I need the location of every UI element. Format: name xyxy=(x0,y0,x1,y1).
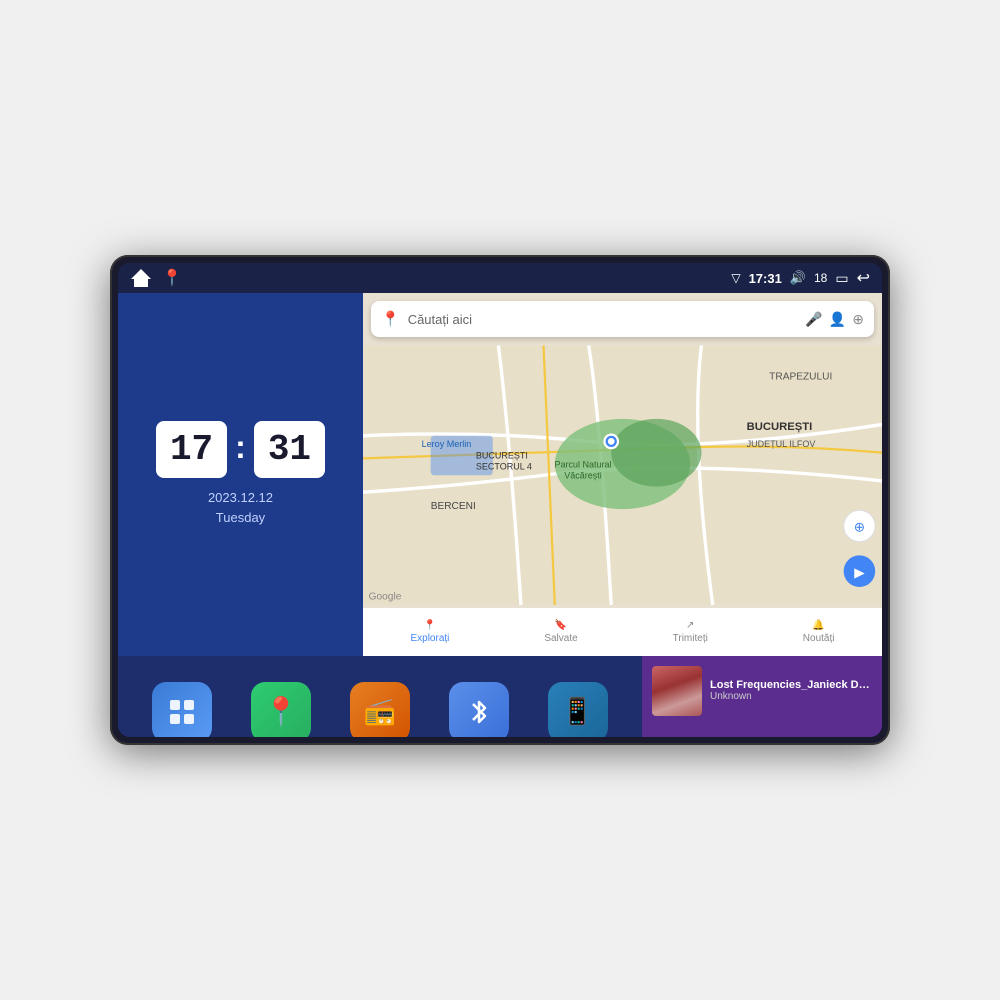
map-body: TRAPEZULUI BUCUREȘTI JUDEȚUL ILFOV BERCE… xyxy=(363,343,882,608)
layers-icon[interactable]: ⊕ xyxy=(852,311,864,328)
battery-icon: ▭ xyxy=(835,270,848,287)
music-prev-button[interactable]: ⏮ xyxy=(669,730,709,738)
music-info: Lost Frequencies_Janieck Devy-... Unknow… xyxy=(652,666,872,716)
volume-icon: 🔊 xyxy=(790,270,806,286)
apps-panel: Apps 📍 Maps 📻 radio xyxy=(118,656,642,738)
map-nav-news[interactable]: 🔔 Noutăți xyxy=(803,620,835,644)
top-panels: 17 : 31 2023.12.12 Tuesday 📍 Căutați aic… xyxy=(118,293,882,656)
map-pin-icon: 📍 xyxy=(381,310,400,328)
svg-text:Parcul Natural: Parcul Natural xyxy=(554,459,611,469)
music-thumbnail xyxy=(652,666,702,716)
svg-text:Leroy Merlin: Leroy Merlin xyxy=(422,439,472,449)
app-item-radio[interactable]: 📻 radio xyxy=(350,682,410,738)
clock-display: 17 : 31 xyxy=(156,421,325,478)
back-button[interactable]: ↩ xyxy=(857,268,870,288)
status-time: 17:31 xyxy=(749,271,782,286)
battery-level: 18 xyxy=(814,271,827,285)
map-search-placeholder[interactable]: Căutați aici xyxy=(408,312,798,327)
clock-colon: : xyxy=(235,429,246,466)
account-icon[interactable]: 👤 xyxy=(829,311,846,328)
music-controls: ⏮ ⏸ ⏭ xyxy=(652,722,872,738)
map-nav-saved[interactable]: 🔖 Salvate xyxy=(544,620,577,644)
svg-text:⊕: ⊕ xyxy=(854,520,865,535)
app-item-apps[interactable]: Apps xyxy=(152,682,212,738)
status-right-icons: ▽ 17:31 🔊 18 ▭ ↩ xyxy=(731,268,870,288)
car-display-device: 📍 ▽ 17:31 🔊 18 ▭ ↩ 17 : 31 xyxy=(110,255,890,745)
signal-icon: ▽ xyxy=(731,271,740,285)
app-item-maps[interactable]: 📍 Maps xyxy=(251,682,311,738)
svg-text:Google: Google xyxy=(369,591,402,602)
music-panel: Lost Frequencies_Janieck Devy-... Unknow… xyxy=(642,656,882,738)
svg-text:BERCENI: BERCENI xyxy=(431,501,476,512)
map-panel[interactable]: 📍 Căutați aici 🎤 👤 ⊕ xyxy=(363,293,882,656)
mic-icon[interactable]: 🎤 xyxy=(805,311,822,328)
maps-shortcut-icon[interactable]: 📍 xyxy=(162,268,182,288)
clock-date: 2023.12.12 Tuesday xyxy=(208,488,273,527)
bottom-panels: Apps 📍 Maps 📻 radio xyxy=(118,656,882,738)
app-item-carlink[interactable]: 📱 Car Link 2.0 xyxy=(548,682,608,738)
map-search-bar[interactable]: 📍 Căutați aici 🎤 👤 ⊕ xyxy=(371,301,874,337)
clock-minutes: 31 xyxy=(254,421,325,478)
music-play-pause-button[interactable]: ⏸ xyxy=(742,730,782,738)
music-details: Lost Frequencies_Janieck Devy-... Unknow… xyxy=(710,679,872,702)
svg-text:SECTORUL 4: SECTORUL 4 xyxy=(476,462,532,472)
map-nav-explore[interactable]: 📍 Explorați xyxy=(410,620,449,644)
main-content: 17 : 31 2023.12.12 Tuesday 📍 Căutați aic… xyxy=(118,293,882,737)
home-button[interactable] xyxy=(130,269,152,287)
maps-icon: 📍 xyxy=(251,682,311,738)
map-search-actions: 🎤 👤 ⊕ xyxy=(805,311,864,328)
svg-text:TRAPEZULUI: TRAPEZULUI xyxy=(769,371,832,382)
car-screen: 📍 ▽ 17:31 🔊 18 ▭ ↩ 17 : 31 xyxy=(118,263,882,737)
status-bar: 📍 ▽ 17:31 🔊 18 ▭ ↩ xyxy=(118,263,882,293)
svg-text:JUDEȚUL ILFOV: JUDEȚUL ILFOV xyxy=(747,439,816,449)
svg-text:▶: ▶ xyxy=(854,565,865,580)
svg-text:BUCUREȘTI: BUCUREȘTI xyxy=(747,421,813,433)
music-title: Lost Frequencies_Janieck Devy-... xyxy=(710,679,872,691)
svg-text:BUCUREȘTI: BUCUREȘTI xyxy=(476,450,528,460)
clock-hours: 17 xyxy=(156,421,227,478)
bluetooth-icon xyxy=(449,682,509,738)
radio-icon: 📻 xyxy=(350,682,410,738)
clock-panel: 17 : 31 2023.12.12 Tuesday xyxy=(118,293,363,656)
status-left-icons: 📍 xyxy=(130,268,182,288)
map-svg: TRAPEZULUI BUCUREȘTI JUDEȚUL ILFOV BERCE… xyxy=(363,343,882,608)
music-artist: Unknown xyxy=(710,691,872,702)
map-nav-send[interactable]: ↗ Trimiteți xyxy=(673,620,708,644)
apps-icon xyxy=(152,682,212,738)
app-item-bluetooth[interactable]: Bluetooth xyxy=(449,682,509,738)
svg-text:Văcărești: Văcărești xyxy=(564,471,602,481)
carlink-icon: 📱 xyxy=(548,682,608,738)
music-next-button[interactable]: ⏭ xyxy=(815,730,855,738)
map-bottom-bar: 📍 Explorați 🔖 Salvate ↗ Trimiteți 🔔 xyxy=(363,608,882,656)
